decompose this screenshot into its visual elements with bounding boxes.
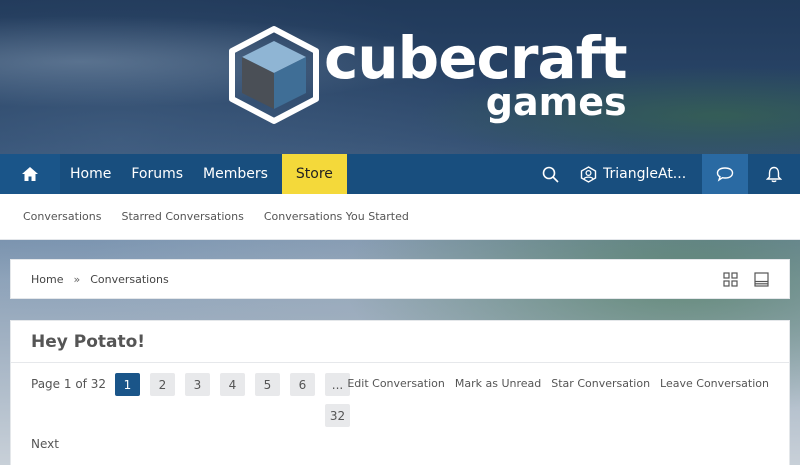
breadcrumb-home[interactable]: Home [31, 273, 63, 286]
subnav-conversations-you-started[interactable]: Conversations You Started [254, 210, 419, 223]
nav-forums[interactable]: Forums [121, 154, 193, 194]
page-button-6[interactable]: 6 [290, 373, 315, 396]
page-button-ellipsis[interactable]: ... [325, 373, 350, 396]
alerts-button[interactable] [748, 154, 800, 194]
speech-bubble-icon [716, 167, 734, 182]
search-icon [542, 166, 559, 183]
breadcrumb-conversations[interactable]: Conversations [90, 273, 168, 286]
user-avatar-icon [580, 165, 597, 183]
page-button-3[interactable]: 3 [185, 373, 210, 396]
house-icon [22, 167, 38, 181]
conversation-title: Hey Potato! [11, 321, 789, 363]
page-button-4[interactable]: 4 [220, 373, 245, 396]
page-counter-label: Page 1 of 32 [31, 377, 106, 391]
star-conversation-link[interactable]: Star Conversation [551, 377, 650, 390]
conversation-panel: Hey Potato! Page 1 of 32 1 2 3 4 5 6 ...… [10, 320, 790, 465]
list-view-icon[interactable] [754, 271, 769, 287]
home-icon-button[interactable] [0, 154, 60, 194]
cubecraft-logo[interactable]: cubecraft games [228, 22, 628, 127]
page-button-2[interactable]: 2 [150, 373, 175, 396]
breadcrumb-separator: » [73, 272, 81, 286]
username-label: TriangleAt... [603, 166, 687, 182]
nav-home[interactable]: Home [60, 154, 121, 194]
grid-view-icon[interactable] [723, 271, 738, 287]
bell-icon [766, 166, 782, 182]
page-button-1[interactable]: 1 [115, 373, 140, 396]
subnav-starred-conversations[interactable]: Starred Conversations [111, 210, 253, 223]
conversation-actions: Edit Conversation Mark as Unread Star Co… [347, 377, 769, 390]
page-button-5[interactable]: 5 [255, 373, 280, 396]
cube-logo-icon [229, 25, 319, 124]
site-header: cubecraft games [0, 0, 800, 154]
conversations-button[interactable] [702, 154, 748, 194]
logo-wordmark-main: cubecraft [324, 23, 628, 92]
edit-conversation-link[interactable]: Edit Conversation [347, 377, 445, 390]
next-page-link[interactable]: Next [31, 437, 59, 451]
main-nav: Home Forums Members Store TriangleAt... [0, 154, 800, 194]
leave-conversation-link[interactable]: Leave Conversation [660, 377, 769, 390]
nav-members[interactable]: Members [193, 154, 278, 194]
user-menu[interactable]: TriangleAt... [574, 154, 702, 194]
search-button[interactable] [526, 154, 574, 194]
page-button-32[interactable]: 32 [325, 404, 350, 427]
subnav-conversations[interactable]: Conversations [13, 210, 111, 223]
breadcrumb: Home » Conversations [10, 259, 790, 299]
nav-store[interactable]: Store [281, 154, 347, 194]
sub-nav: Conversations Starred Conversations Conv… [0, 194, 800, 240]
pagination: Page 1 of 32 1 2 3 4 5 6 ... 32 Edit Con… [11, 363, 789, 463]
mark-as-unread-link[interactable]: Mark as Unread [455, 377, 541, 390]
